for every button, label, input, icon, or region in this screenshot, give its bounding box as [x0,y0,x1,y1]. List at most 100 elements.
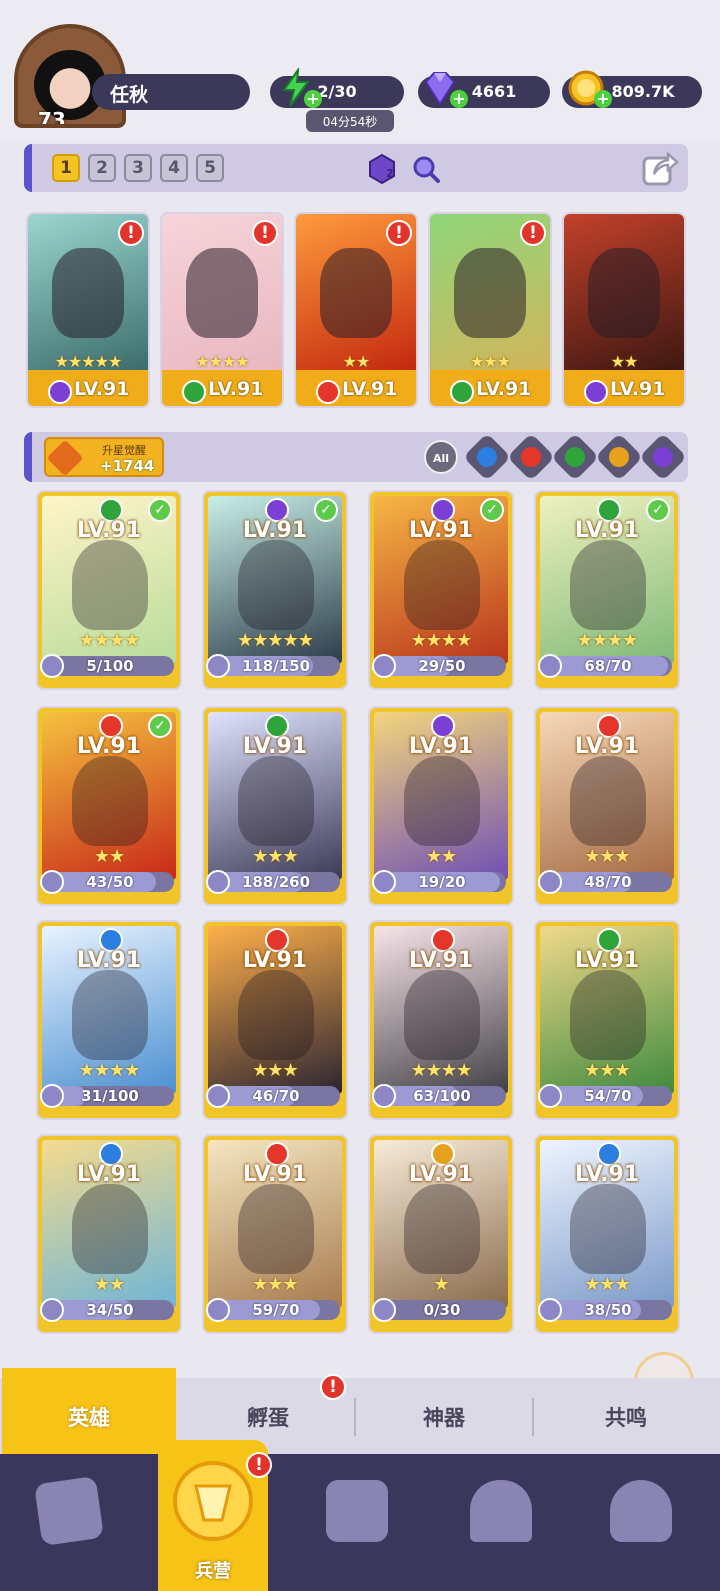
hero-stars: ★★ [93,846,125,867]
nav-cards[interactable] [24,1470,114,1560]
shard-count: 19/20 [418,873,466,891]
hero-stars: ★★★★ [195,352,249,371]
lineup-hero-card[interactable]: ★★★★★ LV.91! [26,212,150,408]
hero-level: LV.91 [574,948,640,973]
nav-shop[interactable] [596,1470,686,1560]
hero-card[interactable]: ✓ LV.91 ★★★★★ 118/150 [202,490,348,690]
filter-light[interactable] [594,432,644,482]
hero-stars: ★★★ [252,1060,298,1081]
hero-level: LV.91 [408,734,474,759]
filter-nature[interactable] [550,432,600,482]
hero-level: LV.91 [242,734,308,759]
hero-card[interactable]: LV.91 ★★★ 46/70 [202,920,348,1120]
team-tab-1[interactable]: 1 [52,154,80,182]
hero-card[interactable]: LV.91 ★★★ 54/70 [534,920,680,1120]
hero-level: LV.91 [430,370,550,406]
hero-alert-badge: ! [386,220,412,246]
hero-stars: ★★★★ [410,630,473,651]
hero-level: LV.91 [564,370,684,406]
lineup-hero-card[interactable]: ★★★★ LV.91! [160,212,284,408]
shard-icon [372,654,396,678]
lineup-hero-card[interactable]: ★★ LV.91! [294,212,418,408]
hero-stars: ★★ [610,352,639,371]
nav-castle[interactable] [456,1470,546,1560]
filter-fire[interactable] [506,432,556,482]
coin-plus-button[interactable]: + [594,90,612,108]
hero-level: LV.91 [242,1162,308,1187]
hero-card[interactable]: LV.91 ★★★★ 31/100 [36,920,182,1120]
shard-count: 31/100 [81,1087,139,1105]
shard-count: 68/70 [584,657,632,675]
shard-count: 43/50 [86,873,134,891]
team-search-button[interactable] [410,153,442,185]
hero-level: LV.91 [574,734,640,759]
hero-level: LV.91 [76,948,142,973]
hero-level: LV.91 [574,1162,640,1187]
castle-icon [470,1480,532,1542]
fire-element-icon [316,380,340,404]
mushroom-icon [610,1480,672,1542]
player-level: 73 [38,108,66,128]
hero-card[interactable]: LV.91 ★★ 19/20 [368,706,514,906]
gem-plus-button[interactable]: + [450,90,468,108]
tab-heroes[interactable]: 英雄 [2,1368,176,1454]
hero-card[interactable]: LV.91 ★★★★ 63/100 [368,920,514,1120]
shard-progress-bar: 0/30 [378,1300,506,1320]
hero-level: LV.91 [296,370,416,406]
hero-card[interactable]: LV.91 ★★ 34/50 [36,1134,182,1334]
shard-count: 34/50 [86,1301,134,1319]
shard-count: 0/30 [423,1301,461,1319]
star-awaken-button[interactable]: 升星觉醒 +1744 [44,437,164,477]
hero-card[interactable]: ✓ LV.91 ★★ 43/50 [36,706,182,906]
hero-card[interactable]: LV.91 ★★★ 59/70 [202,1134,348,1334]
hero-alert-badge: ! [520,220,546,246]
nav-map[interactable] [312,1470,402,1560]
shard-progress-bar: 31/100 [46,1086,174,1106]
hero-stars: ★★★★★ [54,352,123,371]
shard-progress-bar: 34/50 [46,1300,174,1320]
shard-icon [206,1084,230,1108]
shard-progress-bar: 38/50 [544,1300,672,1320]
hero-card[interactable]: ✓ LV.91 ★★★★ 29/50 [368,490,514,690]
lineup-hero-card[interactable]: ★★ LV.91 [562,212,686,408]
tab-hatch-alert: ! [320,1374,346,1400]
team-formation-badge: 2 [386,167,394,180]
energy-plus-button[interactable]: + [304,90,322,108]
light-element-icon [609,447,629,467]
hero-card[interactable]: LV.91 ★ 0/30 [368,1134,514,1334]
filter-water[interactable] [462,432,512,482]
hero-filter-bar: 升星觉醒 +1744 All [24,432,688,482]
tab-artifacts[interactable]: 神器 [356,1378,532,1454]
fire-element-icon [521,447,541,467]
team-tab-4[interactable]: 4 [160,154,188,182]
shard-icon [206,1298,230,1322]
nav-barracks[interactable]: ! 兵营 [158,1440,272,1591]
shard-icon [206,654,230,678]
hero-card[interactable]: ✓ LV.91 ★★★★ 68/70 [534,490,680,690]
shard-icon [40,654,64,678]
shard-count: 188/260 [241,873,311,891]
awaken-value: +1744 [100,457,155,475]
team-formation-button[interactable]: 2 [366,153,398,185]
filter-dark[interactable] [638,432,688,482]
awaken-label: 升星觉醒 [102,444,146,457]
filter-all[interactable]: All [424,440,458,474]
hero-card[interactable]: LV.91 ★★★ 188/260 [202,706,348,906]
hero-card[interactable]: LV.91 ★★★ 38/50 [534,1134,680,1334]
hero-stars: ★★★ [584,1274,630,1295]
shard-progress-bar: 188/260 [212,872,340,892]
share-button[interactable] [640,148,680,188]
hero-stars: ★★★ [584,846,630,867]
shard-progress-bar: 48/70 [544,872,672,892]
hero-level: LV.91 [242,948,308,973]
nature-element-icon [565,447,585,467]
team-tab-5[interactable]: 5 [196,154,224,182]
tab-resonance[interactable]: 共鸣 [534,1378,718,1454]
shard-icon [538,654,562,678]
shard-icon [538,870,562,894]
team-tab-3[interactable]: 3 [124,154,152,182]
lineup-hero-card[interactable]: ★★★ LV.91! [428,212,552,408]
team-tab-2[interactable]: 2 [88,154,116,182]
hero-card[interactable]: LV.91 ★★★ 48/70 [534,706,680,906]
hero-card[interactable]: ✓ LV.91 ★★★★ 5/100 [36,490,182,690]
